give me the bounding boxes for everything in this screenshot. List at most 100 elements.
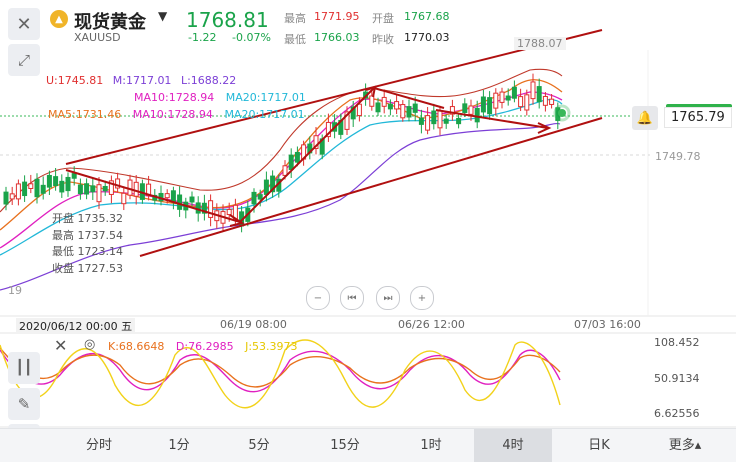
candle-body bbox=[474, 107, 480, 123]
ma10-label: MA10:1728.94 bbox=[134, 91, 215, 104]
candle-body bbox=[53, 176, 59, 187]
candle-body bbox=[437, 110, 443, 129]
price-axis-left: 19 bbox=[8, 284, 22, 297]
candle-body bbox=[34, 178, 40, 198]
candle-body bbox=[121, 192, 127, 205]
time-tick-3: 07/03 16:00 bbox=[574, 318, 641, 331]
candle-body bbox=[46, 174, 52, 188]
candlestick-icon: ┃┃ bbox=[15, 360, 33, 376]
candle-body bbox=[468, 105, 474, 115]
scroll-end-button[interactable]: ⏭ bbox=[376, 286, 400, 310]
price-axis-mid: 1749.78 bbox=[655, 150, 701, 163]
candle-body bbox=[22, 181, 28, 197]
skip-back-icon: ⏮ bbox=[347, 292, 357, 304]
price-change-pct: -0.07% bbox=[232, 31, 271, 44]
scroll-start-button[interactable]: ⏮ bbox=[340, 286, 364, 310]
alert-bell-button[interactable]: 🔔 bbox=[632, 106, 658, 130]
candle-body bbox=[15, 183, 21, 200]
settings-icon[interactable]: ◎ bbox=[84, 337, 95, 352]
tooltip-close: 收盘 1727.53 bbox=[52, 261, 123, 275]
prev-close-label: 昨收 bbox=[372, 33, 394, 46]
high-label: 最高 bbox=[284, 12, 306, 25]
tooltip-open: 开盘 1735.32 bbox=[52, 212, 123, 225]
low-value: 1766.03 bbox=[314, 31, 360, 44]
ma-legend-a: MA10:1728.94 MA20:1717.01 bbox=[134, 91, 306, 104]
candle-body bbox=[189, 196, 195, 203]
timeframe-tab[interactable]: 1时 bbox=[392, 429, 470, 462]
timeframe-tab[interactable]: 日K bbox=[560, 429, 638, 462]
timeframe-tab[interactable]: 分时 bbox=[60, 429, 138, 462]
expand-icon: ⤢ bbox=[17, 51, 30, 69]
candle-type-button[interactable]: ┃┃ bbox=[8, 352, 40, 384]
candle-body bbox=[375, 102, 381, 113]
candle-body bbox=[394, 101, 400, 110]
candle-body bbox=[387, 103, 393, 110]
timeframe-tab[interactable]: 5分 bbox=[220, 429, 298, 462]
timeframe-tab[interactable]: 1分 bbox=[140, 429, 218, 462]
ma-legend-b: MA5:1731.46 MA10:1728.94 MA20:1717.01 bbox=[48, 108, 305, 121]
candle-body bbox=[226, 208, 232, 216]
candle-body bbox=[102, 185, 108, 192]
kdj-j-label: J:53.3973 bbox=[245, 340, 298, 353]
candle-body bbox=[251, 191, 257, 205]
timeframe-tab[interactable]: 15分 bbox=[306, 429, 384, 462]
candle-body bbox=[369, 95, 375, 107]
bell-icon: 🔔 bbox=[636, 110, 654, 126]
candle-body bbox=[177, 194, 183, 210]
candle-body bbox=[505, 95, 511, 101]
candle-body bbox=[536, 86, 542, 103]
pencil-icon: ✎ bbox=[17, 395, 31, 413]
time-tick-1: 06/19 08:00 bbox=[220, 318, 287, 331]
bb-mid-label: M:1717.01 bbox=[112, 74, 172, 87]
timeframe-tab[interactable]: 4时 bbox=[474, 429, 552, 462]
open-label: 开盘 bbox=[372, 12, 394, 25]
candle-body bbox=[164, 193, 170, 199]
chevron-down-icon[interactable]: ▼ bbox=[158, 9, 167, 23]
candle-body bbox=[542, 95, 548, 106]
candle-body bbox=[96, 184, 102, 203]
candle-body bbox=[77, 184, 83, 195]
candle-body bbox=[400, 104, 406, 119]
candle-body bbox=[257, 194, 263, 200]
price-axis-top: 1788.07 bbox=[514, 37, 566, 50]
expand-button[interactable]: ⤢ bbox=[8, 44, 40, 76]
close-button[interactable]: ✕ bbox=[8, 8, 40, 40]
candle-body bbox=[418, 117, 424, 125]
candle-body bbox=[462, 103, 468, 113]
candle-body bbox=[406, 106, 412, 118]
candle-body bbox=[356, 103, 362, 117]
candle-body bbox=[549, 98, 555, 105]
candle-body bbox=[288, 154, 294, 170]
tooltip-low: 最低 1723.14 bbox=[52, 245, 123, 258]
candle-body bbox=[487, 97, 493, 115]
candle-body bbox=[28, 183, 34, 189]
timeframe-tab[interactable]: 更多▴ bbox=[646, 429, 724, 462]
candle-body bbox=[518, 96, 524, 108]
kdj-axis-top: 108.452 bbox=[654, 336, 700, 349]
bollinger-legend: U:1745.81 M:1717.01 L:1688.22 bbox=[46, 74, 236, 87]
candle-body bbox=[40, 184, 46, 194]
candle-body bbox=[412, 103, 418, 113]
draw-tool-button[interactable]: ✎ bbox=[8, 388, 40, 420]
timeframe-bar: 分时 1分 5分 15分 1时 4时 日K 更多▴ bbox=[0, 428, 736, 462]
zoom-out-button[interactable]: − bbox=[306, 286, 330, 310]
kdj-axis-mid: 50.9134 bbox=[654, 372, 700, 385]
candle-body bbox=[425, 115, 431, 131]
candle-body bbox=[381, 96, 387, 107]
candle-body bbox=[133, 181, 139, 197]
low-label: 最低 bbox=[284, 33, 306, 46]
candle-body bbox=[170, 190, 176, 202]
close-indicator-icon[interactable]: ✕ bbox=[54, 336, 67, 355]
candle-body bbox=[59, 180, 65, 193]
kdj-legend: K:68.6648 D:76.2985 J:53.3973 bbox=[108, 340, 298, 353]
zoom-in-button[interactable]: + bbox=[410, 286, 434, 310]
candle-body bbox=[530, 81, 536, 100]
instrument-symbol: XAUUSD bbox=[74, 31, 121, 44]
candle-body bbox=[65, 176, 71, 192]
header: ✕ ▲ 现货黄金 ▼ XAUUSD 1768.81 -1.22 -0.07% 最… bbox=[0, 0, 736, 48]
kdj-k-label: K:68.6648 bbox=[108, 340, 165, 353]
cursor-time: 2020/06/12 00:00 五 bbox=[16, 318, 136, 334]
candle-body bbox=[9, 193, 15, 200]
price-change: -1.22 bbox=[188, 31, 217, 44]
bb-upper-label: U:1745.81 bbox=[46, 74, 104, 87]
